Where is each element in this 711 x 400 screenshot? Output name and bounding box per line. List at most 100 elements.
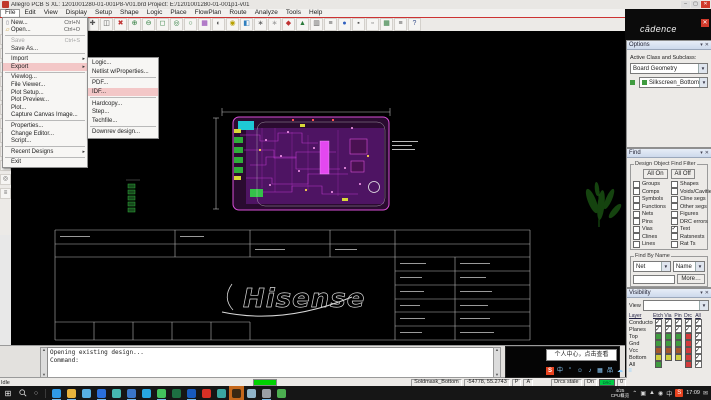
sogou-icon[interactable]: S xyxy=(675,389,683,397)
ratsnest-on-icon[interactable]: ∗ xyxy=(254,18,267,31)
panel-pin-icon[interactable]: ▾ xyxy=(700,290,703,296)
tray-expand-icon[interactable]: ⌃ xyxy=(632,390,637,397)
reports-icon[interactable]: ▥ xyxy=(310,18,323,31)
layer-color-swatch[interactable] xyxy=(675,333,682,340)
menuitem-recent-designs[interactable]: Recent Designs▸ xyxy=(3,148,87,156)
menuitem-idf[interactable]: IDF... xyxy=(88,88,158,97)
checkbox-planes-2[interactable] xyxy=(675,326,682,333)
zoom-in-icon[interactable]: ⊕ xyxy=(128,18,141,31)
menuitem-save[interactable]: SaveCtrl+S xyxy=(3,37,87,45)
checkbox-vias[interactable] xyxy=(633,226,640,233)
panel-pin-icon[interactable]: ▾ xyxy=(700,150,703,156)
layer-color-swatch[interactable] xyxy=(655,354,662,361)
view-select[interactable]: ▼ xyxy=(643,300,709,311)
store-icon[interactable] xyxy=(109,386,124,400)
checkbox-figures[interactable] xyxy=(671,211,678,218)
browser-icon[interactable] xyxy=(49,386,64,400)
fix-icon[interactable]: ▪ xyxy=(352,18,365,31)
name-type-select[interactable]: Net ▼ xyxy=(633,261,671,272)
layers-icon[interactable]: ≡ xyxy=(0,188,11,199)
checkbox-symbols[interactable] xyxy=(633,196,640,203)
checkbox-planes-3[interactable] xyxy=(685,326,692,333)
menuitem-plot-preview[interactable]: Plot Preview... xyxy=(3,96,87,104)
checkbox-lines[interactable] xyxy=(633,241,640,248)
notepad-icon[interactable] xyxy=(244,386,259,400)
help-icon[interactable]: ? xyxy=(408,18,421,31)
redraw-icon[interactable]: ○ xyxy=(184,18,197,31)
menu-display[interactable]: Display xyxy=(62,9,91,17)
assign-color-icon[interactable]: ◧ xyxy=(240,18,253,31)
checkbox-functions[interactable] xyxy=(633,203,640,210)
dock-close-icon[interactable]: ✕ xyxy=(701,19,709,27)
checkbox-drc-errors[interactable] xyxy=(671,218,678,225)
menuitem-capture-canvas-image[interactable]: Capture Canvas Image... xyxy=(3,112,87,120)
subclass-select[interactable]: Silkscreen_Bottom ▼ xyxy=(639,77,708,88)
menuitem-plot-setup[interactable]: Plot Setup... xyxy=(3,89,87,97)
menuitem-script[interactable]: Script... xyxy=(3,137,87,145)
layer-color-swatch[interactable] xyxy=(665,354,672,361)
checkbox-comps[interactable] xyxy=(633,188,640,195)
checkbox-planes-1[interactable] xyxy=(665,326,672,333)
word-icon[interactable] xyxy=(184,386,199,400)
zoom-fit-icon[interactable]: ◻ xyxy=(156,18,169,31)
shape-check-icon[interactable]: ▲ xyxy=(296,18,309,31)
photos-icon[interactable] xyxy=(124,386,139,400)
layer-color-swatch[interactable] xyxy=(665,333,672,340)
skin-icon[interactable]: ☁ xyxy=(616,367,624,375)
spreadsheet-icon[interactable]: ▦ xyxy=(380,18,393,31)
code-editor-icon[interactable] xyxy=(139,386,154,400)
layer-color-swatch[interactable] xyxy=(685,347,692,354)
unfix-icon[interactable]: ▫ xyxy=(366,18,379,31)
all-off-button[interactable]: All Off xyxy=(671,169,695,179)
menuitem-open[interactable]: ▱Open...Ctrl+O xyxy=(3,27,87,35)
ratsnest-off-icon[interactable]: ∗ xyxy=(268,18,281,31)
cortana-icon[interactable]: ○ xyxy=(30,390,42,397)
menu-view[interactable]: View xyxy=(40,9,62,17)
menu-logic[interactable]: Logic xyxy=(143,9,167,17)
wechat-icon[interactable] xyxy=(154,386,169,400)
defender-icon[interactable]: ▲ xyxy=(649,390,655,396)
menu-flowplan[interactable]: FlowPlan xyxy=(191,9,226,17)
all-on-button[interactable]: All On xyxy=(643,169,667,179)
minimize-icon[interactable]: – xyxy=(681,1,690,8)
drc-update-icon[interactable]: ◆ xyxy=(282,18,295,31)
terminal-icon[interactable] xyxy=(259,386,274,400)
panel-close-icon[interactable]: ✕ xyxy=(705,290,709,296)
capture-icon[interactable] xyxy=(214,386,229,400)
checkbox-shapes[interactable] xyxy=(671,181,678,188)
copy-icon[interactable]: ◫ xyxy=(100,18,113,31)
checkbox-all-all[interactable] xyxy=(695,361,702,368)
find-icon[interactable]: ● xyxy=(338,18,351,31)
menuitem-export[interactable]: Export▸ xyxy=(3,63,87,71)
cross-section-icon[interactable]: ≡ xyxy=(394,18,407,31)
menuitem-properties[interactable]: Properties... xyxy=(3,122,87,130)
checkbox-groups[interactable] xyxy=(633,181,640,188)
volume-icon[interactable]: ◉ xyxy=(658,390,663,397)
menuitem-netlist-w-properties[interactable]: Netlist w/Properties... xyxy=(88,68,158,77)
checkbox-rat-ts[interactable] xyxy=(671,241,678,248)
search-icon[interactable] xyxy=(16,384,30,400)
layer-color-swatch[interactable] xyxy=(655,333,662,340)
toolbox-icon[interactable]: 品 xyxy=(606,367,614,375)
layer-color-swatch[interactable] xyxy=(675,340,682,347)
menu-help[interactable]: Help xyxy=(305,9,326,17)
highlight-icon[interactable]: ◉ xyxy=(226,18,239,31)
more-icon[interactable]: ≡ xyxy=(626,367,634,375)
panel-close-icon[interactable]: ✕ xyxy=(705,150,709,156)
punctuation-icon[interactable]: ” xyxy=(566,367,574,375)
mail-icon[interactable] xyxy=(94,386,109,400)
name-mode-select[interactable]: Name ▼ xyxy=(673,261,705,272)
close-icon[interactable]: ✕ xyxy=(701,1,710,8)
menu-setup[interactable]: Setup xyxy=(91,9,116,17)
sogou-logo-icon[interactable]: S xyxy=(546,367,554,375)
menuitem-techfile[interactable]: Techfile... xyxy=(88,117,158,126)
layer-color-swatch[interactable] xyxy=(655,361,662,368)
folder-icon[interactable] xyxy=(64,386,79,400)
excel-icon[interactable] xyxy=(169,386,184,400)
checkbox-planes-0[interactable] xyxy=(655,326,662,333)
menuitem-file-viewer[interactable]: File Viewer... xyxy=(3,81,87,89)
checkbox-other-segs[interactable] xyxy=(671,203,678,210)
checkbox-clines[interactable] xyxy=(633,233,640,240)
menu-tools[interactable]: Tools xyxy=(282,9,305,17)
command-console[interactable]: Opening existing design... Command: xyxy=(47,347,496,379)
